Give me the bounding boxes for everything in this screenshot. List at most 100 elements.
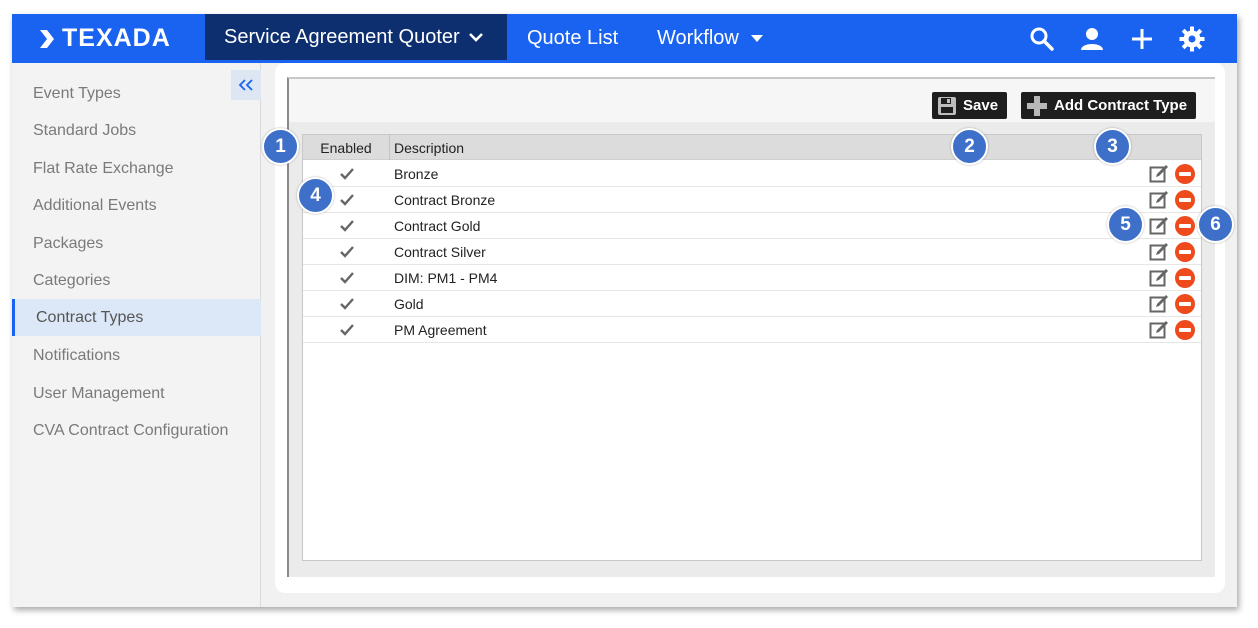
enabled-checkbox[interactable]	[338, 321, 356, 339]
callout-badge-5: 5	[1107, 206, 1144, 243]
callout-number: 4	[310, 184, 321, 206]
row-description: Contract Gold	[394, 218, 481, 234]
floppy-disk-icon	[938, 96, 956, 115]
nav-workflow-label: Workflow	[657, 27, 739, 49]
sidebar-item-label: Categories	[33, 271, 111, 289]
enabled-checkbox[interactable]	[338, 217, 356, 235]
callout-number: 6	[1210, 213, 1221, 235]
column-header-label: Enabled	[320, 139, 372, 156]
edit-icon[interactable]	[1149, 164, 1169, 184]
callout-badge-4: 4	[297, 177, 334, 214]
table-row[interactable]: PM Agreement	[303, 317, 1201, 343]
delete-icon[interactable]	[1175, 268, 1195, 288]
edit-icon[interactable]	[1149, 216, 1169, 236]
nav-service-agreement-quoter[interactable]: Service Agreement Quoter	[205, 14, 507, 60]
sidebar-item-label: User Management	[33, 384, 165, 402]
callout-badge-6: 6	[1197, 206, 1234, 243]
table-row[interactable]: Contract Bronze	[303, 187, 1201, 213]
sidebar-item-notifications[interactable]: Notifications	[12, 337, 261, 374]
sidebar-item-flat-rate-exchange[interactable]: Flat Rate Exchange	[12, 150, 261, 187]
sidebar-item-standard-jobs[interactable]: Standard Jobs	[12, 112, 261, 149]
top-navigation-bar: TEXADA Service Agreement Quoter Quote Li…	[12, 14, 1237, 63]
sidebar-item-categories[interactable]: Categories	[12, 262, 261, 299]
edit-icon[interactable]	[1149, 190, 1169, 210]
column-header-description[interactable]: Description	[394, 135, 464, 160]
plus-icon[interactable]	[1129, 26, 1155, 52]
enabled-checkbox[interactable]	[338, 165, 356, 183]
user-icon[interactable]	[1079, 26, 1105, 52]
table-row[interactable]: Gold	[303, 291, 1201, 317]
add-contract-type-button[interactable]: Add Contract Type	[1021, 92, 1197, 119]
texada-logo[interactable]: TEXADA	[38, 14, 171, 63]
table-row[interactable]: Bronze	[303, 161, 1201, 187]
delete-icon[interactable]	[1175, 190, 1195, 210]
main-content-card: Save Add Contract Type Enabled Descripti…	[275, 63, 1225, 593]
table-row[interactable]: Contract Gold	[303, 213, 1201, 239]
add-plus-icon	[1027, 95, 1047, 116]
sidebar-item-event-types[interactable]: Event Types	[12, 75, 261, 112]
edit-icon[interactable]	[1149, 320, 1169, 340]
sidebar-item-additional-events[interactable]: Additional Events	[12, 187, 261, 224]
table-row[interactable]: Contract Silver	[303, 239, 1201, 265]
save-label: Save	[963, 97, 999, 114]
contract-types-grid: Enabled Description Bronze Contract Bron…	[302, 134, 1202, 561]
callout-number: 3	[1107, 135, 1118, 157]
edit-icon[interactable]	[1149, 242, 1169, 262]
sidebar-item-label: Event Types	[33, 84, 121, 102]
edit-icon[interactable]	[1149, 294, 1169, 314]
enabled-checkbox[interactable]	[338, 269, 356, 287]
delete-icon[interactable]	[1175, 164, 1195, 184]
row-description: Contract Silver	[394, 244, 486, 260]
sidebar-item-label: Additional Events	[33, 196, 157, 214]
callout-badge-2: 2	[951, 128, 988, 165]
sidebar-item-label: Flat Rate Exchange	[33, 159, 174, 177]
column-header-label: Description	[394, 139, 465, 156]
grid-header: Enabled Description	[303, 135, 1201, 160]
edit-icon[interactable]	[1149, 268, 1169, 288]
nav-workflow[interactable]: Workflow	[657, 14, 763, 63]
sidebar-item-label: CVA Contract Configuration	[33, 421, 229, 439]
sidebar-item-contract-types[interactable]: Contract Types	[12, 299, 261, 336]
nav-quote-list-label: Quote List	[527, 27, 619, 49]
callout-number: 2	[964, 135, 975, 157]
row-description: DIM: PM1 - PM4	[394, 270, 498, 286]
delete-icon[interactable]	[1175, 242, 1195, 262]
table-row[interactable]: DIM: PM1 - PM4	[303, 265, 1201, 291]
logo-text: TEXADA	[62, 24, 171, 52]
column-header-enabled[interactable]: Enabled	[303, 135, 390, 160]
sidebar-item-label: Contract Types	[36, 308, 144, 326]
delete-icon[interactable]	[1175, 320, 1195, 340]
texada-chevron-icon	[40, 29, 54, 48]
enabled-checkbox[interactable]	[338, 191, 356, 209]
nav-quote-list[interactable]: Quote List	[527, 14, 618, 63]
save-button[interactable]: Save	[932, 92, 1008, 119]
contract-types-panel: Save Add Contract Type Enabled Descripti…	[287, 77, 1215, 577]
sidebar-item-user-management[interactable]: User Management	[12, 375, 261, 412]
sidebar-item-label: Standard Jobs	[33, 121, 137, 139]
search-icon[interactable]	[1029, 26, 1055, 52]
callout-number: 1	[275, 135, 286, 157]
sidebar-item-cva-contract-configuration[interactable]: CVA Contract Configuration	[12, 412, 261, 449]
row-description: Gold	[394, 296, 424, 312]
add-contract-type-label: Add Contract Type	[1054, 97, 1188, 114]
nav-active-label: Service Agreement Quoter	[224, 25, 460, 48]
sidebar-item-label: Packages	[33, 234, 104, 252]
sidebar: Event Types Standard Jobs Flat Rate Exch…	[12, 63, 261, 607]
chevron-down-icon	[468, 33, 483, 42]
row-description: PM Agreement	[394, 322, 487, 338]
app-window: TEXADA Service Agreement Quoter Quote Li…	[12, 14, 1237, 607]
enabled-checkbox[interactable]	[338, 295, 356, 313]
enabled-checkbox[interactable]	[338, 243, 356, 261]
row-description: Bronze	[394, 166, 439, 182]
delete-icon[interactable]	[1175, 294, 1195, 314]
delete-icon[interactable]	[1175, 216, 1195, 236]
row-description: Contract Bronze	[394, 192, 496, 208]
sidebar-item-label: Notifications	[33, 346, 121, 364]
caret-down-icon	[750, 35, 763, 42]
callout-badge-3: 3	[1094, 128, 1131, 165]
grid-toolbar: Save Add Contract Type	[289, 79, 1215, 122]
callout-number: 5	[1120, 213, 1131, 235]
callout-badge-1: 1	[262, 128, 299, 165]
gear-icon[interactable]	[1179, 26, 1205, 52]
sidebar-item-packages[interactable]: Packages	[12, 225, 261, 262]
